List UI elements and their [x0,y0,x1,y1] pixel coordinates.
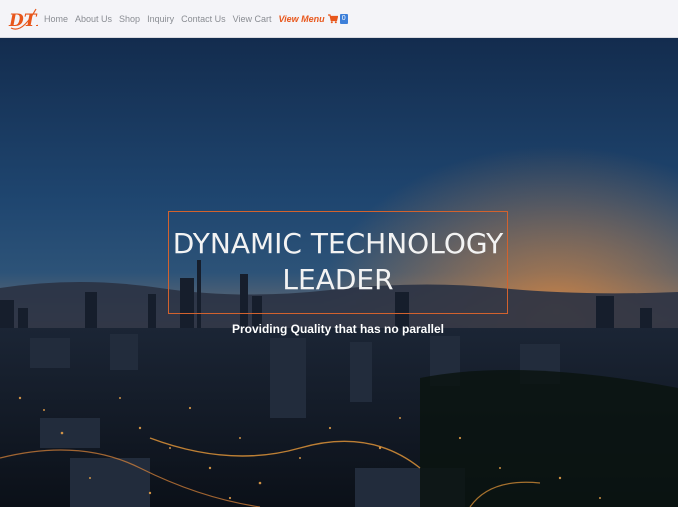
hero-tagline: Providing Quality that has no parallel [231,322,445,336]
cart-count-badge[interactable]: 0 [339,13,348,24]
main-nav: Home About Us Shop Inquiry Contact Us Vi… [44,13,348,24]
brand-logo[interactable]: DTL [8,4,38,34]
nav-about-us-link[interactable]: About Us [75,14,112,24]
view-menu-link[interactable]: View Menu [278,14,324,24]
hero-headline: DYNAMIC TECHNOLOGY LEADER [172,227,504,296]
nav-shop-link[interactable]: Shop [119,14,140,24]
top-navbar: DTL Home About Us Shop Inquiry Contact U… [0,0,678,38]
nav-contact-us-link[interactable]: Contact Us [181,14,226,24]
shopping-cart-icon[interactable] [327,13,338,24]
nav-home-link[interactable]: Home [44,14,68,24]
nav-view-cart-link[interactable]: View Cart [233,14,272,24]
nav-inquiry-link[interactable]: Inquiry [147,14,174,24]
